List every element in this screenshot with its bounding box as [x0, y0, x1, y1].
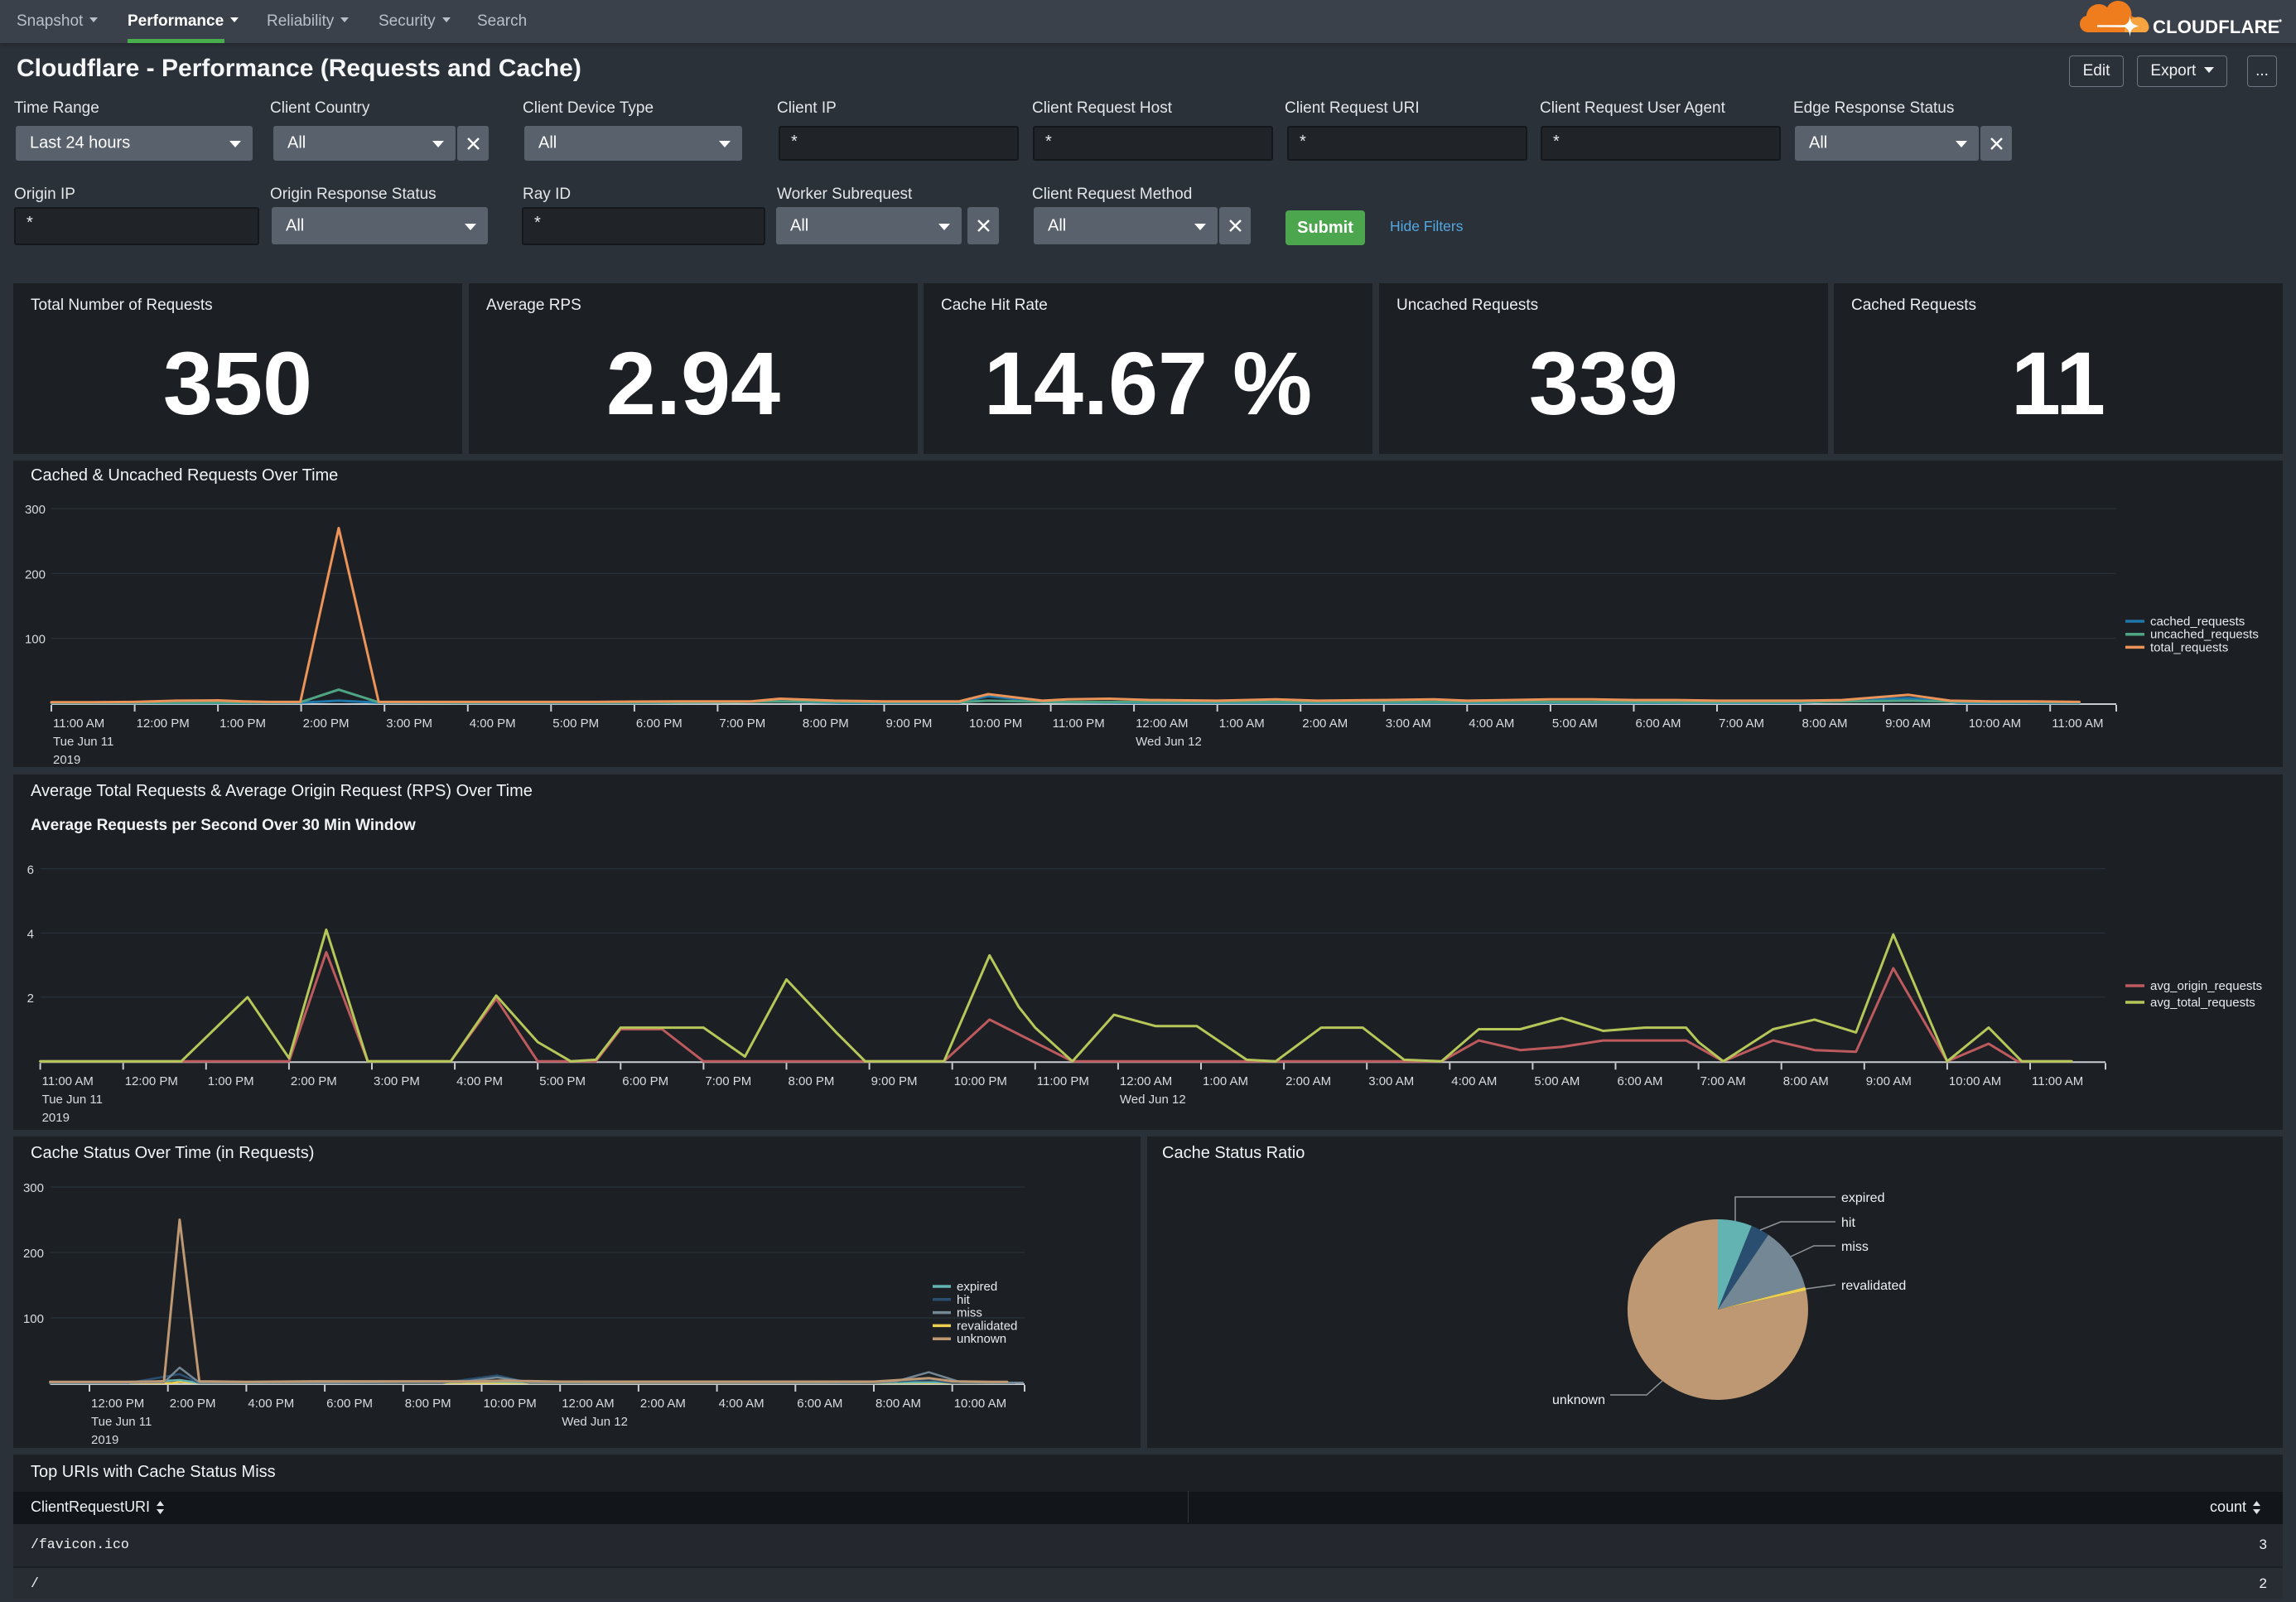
svg-text:5:00 PM: 5:00 PM — [552, 717, 599, 731]
svg-text:10:00 AM: 10:00 AM — [1969, 717, 2021, 731]
svg-text:revalidated: revalidated — [957, 1319, 1017, 1333]
svg-text:1:00 PM: 1:00 PM — [208, 1074, 254, 1088]
svg-text:11:00 AM: 11:00 AM — [42, 1074, 94, 1088]
svg-text:2:00 PM: 2:00 PM — [170, 1397, 216, 1411]
svg-text:9:00 PM: 9:00 PM — [871, 1074, 918, 1088]
svg-text:6:00 AM: 6:00 AM — [1636, 717, 1681, 731]
svg-text:avg_origin_requests: avg_origin_requests — [2150, 979, 2262, 993]
svg-text:100: 100 — [25, 633, 46, 647]
svg-text:12:00 PM: 12:00 PM — [137, 717, 190, 731]
svg-text:2: 2 — [27, 992, 34, 1006]
svg-text:expired: expired — [957, 1280, 997, 1294]
svg-text:9:00 AM: 9:00 AM — [1866, 1074, 1912, 1088]
svg-text:2:00 AM: 2:00 AM — [1302, 717, 1348, 731]
svg-text:2019: 2019 — [42, 1111, 70, 1125]
svg-text:5:00 PM: 5:00 PM — [539, 1074, 586, 1088]
svg-text:7:00 AM: 7:00 AM — [1700, 1074, 1746, 1088]
svg-text:3:00 AM: 3:00 AM — [1386, 717, 1431, 731]
svg-text:300: 300 — [25, 503, 46, 517]
svg-text:expired: expired — [1841, 1191, 1884, 1205]
svg-text:9:00 PM: 9:00 PM — [886, 717, 933, 731]
svg-text:2:00 PM: 2:00 PM — [291, 1074, 337, 1088]
svg-text:2:00 AM: 2:00 AM — [640, 1397, 686, 1411]
svg-text:unknown: unknown — [1552, 1393, 1605, 1407]
svg-text:11:00 AM: 11:00 AM — [2052, 717, 2103, 731]
svg-text:8:00 PM: 8:00 PM — [405, 1397, 451, 1411]
svg-text:12:00 PM: 12:00 PM — [91, 1397, 144, 1411]
svg-text:Tue Jun 11: Tue Jun 11 — [53, 735, 113, 749]
svg-text:11:00 PM: 11:00 PM — [1053, 717, 1105, 731]
svg-text:miss: miss — [957, 1306, 982, 1320]
svg-text:hit: hit — [1841, 1216, 1855, 1230]
svg-text:revalidated: revalidated — [1841, 1279, 1906, 1293]
svg-text:1:00 AM: 1:00 AM — [1219, 717, 1265, 731]
svg-text:11:00 AM: 11:00 AM — [2032, 1074, 2083, 1088]
svg-text:10:00 PM: 10:00 PM — [954, 1074, 1007, 1088]
svg-text:11:00 AM: 11:00 AM — [53, 717, 104, 731]
svg-text:8:00 PM: 8:00 PM — [789, 1074, 835, 1088]
svg-text:2019: 2019 — [91, 1433, 118, 1447]
svg-text:10:00 AM: 10:00 AM — [1949, 1074, 2001, 1088]
svg-text:12:00 AM: 12:00 AM — [1120, 1074, 1172, 1088]
svg-text:3:00 PM: 3:00 PM — [386, 717, 432, 731]
svg-text:2019: 2019 — [53, 753, 80, 767]
svg-text:6: 6 — [27, 863, 34, 877]
svg-text:4: 4 — [27, 927, 34, 941]
svg-text:4:00 AM: 4:00 AM — [1469, 717, 1514, 731]
svg-text:Wed Jun 12: Wed Jun 12 — [1136, 735, 1202, 749]
svg-text:Wed Jun 12: Wed Jun 12 — [562, 1415, 628, 1429]
svg-text:3:00 AM: 3:00 AM — [1368, 1074, 1414, 1088]
svg-text:6:00 AM: 6:00 AM — [797, 1397, 842, 1411]
svg-text:6:00 PM: 6:00 PM — [326, 1397, 373, 1411]
svg-text:unknown: unknown — [957, 1332, 1006, 1346]
svg-text:4:00 PM: 4:00 PM — [456, 1074, 503, 1088]
svg-text:6:00 AM: 6:00 AM — [1618, 1074, 1663, 1088]
svg-text:8:00 PM: 8:00 PM — [803, 717, 849, 731]
svg-text:2:00 PM: 2:00 PM — [303, 717, 350, 731]
svg-text:2:00 AM: 2:00 AM — [1285, 1074, 1331, 1088]
svg-text:8:00 AM: 8:00 AM — [1783, 1074, 1829, 1088]
svg-text:1:00 AM: 1:00 AM — [1203, 1074, 1248, 1088]
svg-text:5:00 AM: 5:00 AM — [1534, 1074, 1580, 1088]
svg-text:7:00 PM: 7:00 PM — [719, 717, 765, 731]
svg-text:200: 200 — [25, 567, 46, 581]
svg-text:Tue Jun 11: Tue Jun 11 — [91, 1415, 152, 1429]
svg-text:4:00 PM: 4:00 PM — [248, 1397, 294, 1411]
svg-text:4:00 AM: 4:00 AM — [719, 1397, 765, 1411]
svg-text:uncached_requests: uncached_requests — [2150, 628, 2259, 642]
svg-text:10:00 PM: 10:00 PM — [484, 1397, 537, 1411]
svg-text:miss: miss — [1841, 1240, 1869, 1254]
svg-text:Tue Jun 11: Tue Jun 11 — [42, 1093, 103, 1107]
svg-text:7:00 PM: 7:00 PM — [705, 1074, 751, 1088]
svg-text:5:00 AM: 5:00 AM — [1552, 717, 1598, 731]
svg-text:10:00 AM: 10:00 AM — [954, 1397, 1006, 1411]
svg-text:300: 300 — [23, 1181, 44, 1195]
svg-text:3:00 PM: 3:00 PM — [374, 1074, 420, 1088]
svg-text:Wed Jun 12: Wed Jun 12 — [1120, 1093, 1186, 1107]
svg-text:6:00 PM: 6:00 PM — [636, 717, 683, 731]
svg-text:11:00 PM: 11:00 PM — [1037, 1074, 1089, 1088]
svg-text:1:00 PM: 1:00 PM — [219, 717, 266, 731]
svg-text:total_requests: total_requests — [2150, 640, 2228, 654]
svg-text:4:00 PM: 4:00 PM — [470, 717, 516, 731]
svg-text:6:00 PM: 6:00 PM — [622, 1074, 668, 1088]
svg-text:cached_requests: cached_requests — [2150, 615, 2245, 629]
svg-text:100: 100 — [23, 1312, 44, 1326]
svg-text:12:00 AM: 12:00 AM — [1136, 717, 1188, 731]
svg-text:7:00 AM: 7:00 AM — [1719, 717, 1764, 731]
svg-text:10:00 PM: 10:00 PM — [969, 717, 1022, 731]
svg-text:8:00 AM: 8:00 AM — [1802, 717, 1848, 731]
svg-text:9:00 AM: 9:00 AM — [1885, 717, 1931, 731]
svg-text:12:00 PM: 12:00 PM — [125, 1074, 178, 1088]
svg-text:4:00 AM: 4:00 AM — [1451, 1074, 1497, 1088]
svg-text:8:00 AM: 8:00 AM — [875, 1397, 921, 1411]
svg-text:200: 200 — [23, 1247, 44, 1261]
svg-text:12:00 AM: 12:00 AM — [562, 1397, 614, 1411]
svg-text:avg_total_requests: avg_total_requests — [2150, 996, 2255, 1010]
svg-text:hit: hit — [957, 1293, 971, 1307]
